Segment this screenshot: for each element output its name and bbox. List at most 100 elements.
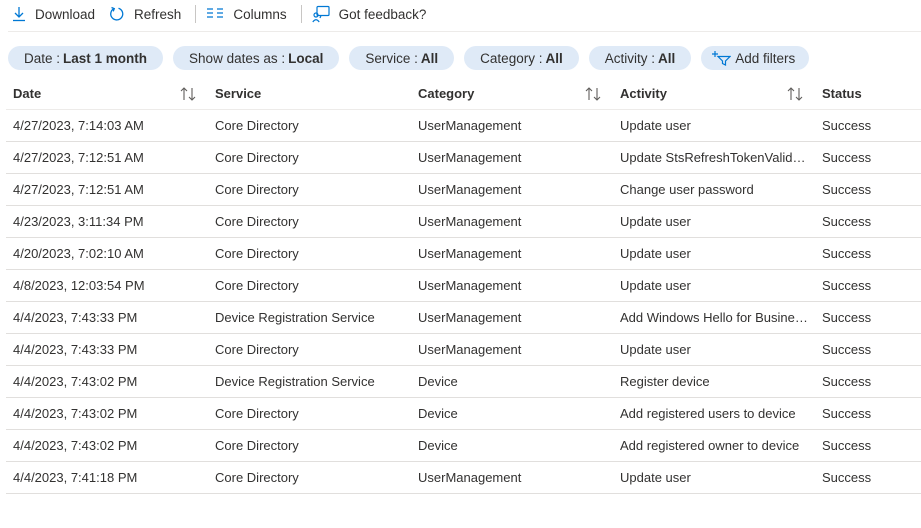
cell-category: UserManagement xyxy=(418,278,522,293)
cell-activity-text: Register device xyxy=(620,374,710,389)
cell-service: Core Directory xyxy=(215,438,299,453)
cell-date: 4/8/2023, 12:03:54 PM xyxy=(13,278,145,293)
columns-label: Columns xyxy=(233,6,287,22)
columns-button[interactable]: Columns xyxy=(204,2,292,26)
cell-activity: Update StsRefreshTokenValidFr... xyxy=(620,142,812,173)
add-filters-button[interactable]: Add filters xyxy=(701,46,810,70)
cell-status: Success xyxy=(822,246,872,261)
cell-activity-text: Add registered users to device xyxy=(620,406,796,421)
cell-activity-text: Update user xyxy=(620,214,691,229)
feedback-label: Got feedback? xyxy=(338,6,427,22)
table-row[interactable]: 4/4/2023, 7:43:02 PM Device Registration… xyxy=(6,366,921,398)
cell-service: Core Directory xyxy=(215,470,299,485)
filter-activity-label: Activity : xyxy=(604,50,655,66)
cell-status: Success xyxy=(822,342,872,357)
column-header-activity[interactable]: Activity xyxy=(620,78,812,109)
cell-date: 4/27/2023, 7:12:51 AM xyxy=(13,150,144,165)
column-header-date[interactable]: Date xyxy=(13,78,203,109)
filter-show-dates[interactable]: Show dates as : Local xyxy=(173,46,340,70)
cell-activity-text: Add Windows Hello for Busines... xyxy=(620,310,812,325)
cell-category: UserManagement xyxy=(418,150,522,165)
table-row[interactable]: 4/27/2023, 7:14:03 AM Core Directory Use… xyxy=(6,110,921,142)
table-row[interactable]: 4/27/2023, 7:12:51 AM Core Directory Use… xyxy=(6,174,921,206)
sort-icon[interactable] xyxy=(584,87,602,101)
columns-icon xyxy=(207,8,224,18)
refresh-label: Refresh xyxy=(134,6,182,22)
cell-activity: Update user xyxy=(620,334,812,365)
cell-service: Device Registration Service xyxy=(215,310,375,325)
table-header: Date Service Category Activity Status xyxy=(6,78,921,110)
cell-date: 4/4/2023, 7:43:33 PM xyxy=(13,342,138,357)
cell-category: UserManagement xyxy=(418,246,522,261)
cell-activity-text: Update user xyxy=(620,342,691,357)
cell-service: Core Directory xyxy=(215,342,299,357)
table-row[interactable]: 4/20/2023, 7:02:10 AM Core Directory Use… xyxy=(6,238,921,270)
feedback-icon xyxy=(311,5,330,23)
cell-activity: Update user xyxy=(620,110,812,141)
cell-date: 4/4/2023, 7:43:02 PM xyxy=(13,438,138,453)
cell-activity-text: Change user password xyxy=(620,182,754,197)
column-header-status[interactable]: Status xyxy=(822,78,917,109)
filter-category[interactable]: Category : All xyxy=(464,46,579,70)
cell-date: 4/20/2023, 7:02:10 AM xyxy=(13,246,144,261)
sort-icon[interactable] xyxy=(179,87,197,101)
cell-activity: Change user password xyxy=(620,174,812,205)
filter-activity[interactable]: Activity : All xyxy=(588,46,692,70)
cell-status: Success xyxy=(822,406,872,421)
sort-icon[interactable] xyxy=(786,87,804,101)
table-row[interactable]: 4/4/2023, 7:43:02 PM Core Directory Devi… xyxy=(6,430,921,462)
table-row[interactable]: 4/27/2023, 7:12:51 AM Core Directory Use… xyxy=(6,142,921,174)
cell-service: Core Directory xyxy=(215,182,299,197)
cell-activity-text: Update user xyxy=(620,118,691,133)
add-filter-icon xyxy=(712,51,732,66)
cell-date: 4/23/2023, 3:11:34 PM xyxy=(13,214,144,229)
cell-service: Core Directory xyxy=(215,118,299,133)
cell-activity: Add registered users to device xyxy=(620,398,812,429)
cell-activity-text: Add registered owner to device xyxy=(620,438,800,453)
table-row[interactable]: 4/4/2023, 7:43:33 PM Device Registration… xyxy=(6,302,921,334)
cell-service: Core Directory xyxy=(215,406,299,421)
cell-activity: Add registered owner to device xyxy=(620,430,812,461)
filter-bar: Date : Last 1 month Show dates as : Local … xyxy=(8,46,819,70)
cell-category: UserManagement xyxy=(418,182,522,197)
filter-date-value: Last 1 month xyxy=(63,50,148,66)
download-button[interactable]: Download xyxy=(10,2,101,26)
filter-show-dates-label: Show dates as : xyxy=(189,50,286,66)
cell-status: Success xyxy=(822,310,872,325)
feedback-button[interactable]: Got feedback? xyxy=(310,2,433,26)
column-header-service[interactable]: Service xyxy=(215,78,415,109)
cell-activity: Register device xyxy=(620,366,812,397)
cell-activity: Update user xyxy=(620,238,812,269)
cell-status: Success xyxy=(822,150,872,165)
audit-log-table: Date Service Category Activity Status 4/… xyxy=(6,78,921,494)
table-row[interactable]: 4/4/2023, 7:43:02 PM Core Directory Devi… xyxy=(6,398,921,430)
filter-service[interactable]: Service : All xyxy=(349,46,455,70)
table-row[interactable]: 4/23/2023, 3:11:34 PM Core Directory Use… xyxy=(6,206,921,238)
refresh-button[interactable]: Refresh xyxy=(107,2,187,26)
filter-category-value: All xyxy=(545,50,563,66)
download-label: Download xyxy=(35,6,96,22)
cell-service: Core Directory xyxy=(215,214,299,229)
cell-activity: Add Windows Hello for Busines... xyxy=(620,302,812,333)
cell-date: 4/4/2023, 7:41:18 PM xyxy=(13,470,138,485)
table-row[interactable]: 4/4/2023, 7:41:18 PM Core Directory User… xyxy=(6,462,921,494)
filter-category-label: Category : xyxy=(480,50,543,66)
cell-status: Success xyxy=(822,470,872,485)
cell-category: UserManagement xyxy=(418,310,522,325)
filter-service-value: All xyxy=(420,50,439,66)
cell-category: UserManagement xyxy=(418,214,522,229)
cell-status: Success xyxy=(822,278,872,293)
add-filters-label: Add filters xyxy=(735,50,796,66)
refresh-icon xyxy=(110,6,124,21)
cell-status: Success xyxy=(822,438,872,453)
table-row[interactable]: 4/8/2023, 12:03:54 PM Core Directory Use… xyxy=(6,270,921,302)
cell-activity-text: Update StsRefreshTokenValidFr... xyxy=(620,150,812,165)
cell-service: Device Registration Service xyxy=(215,374,375,389)
cell-date: 4/27/2023, 7:12:51 AM xyxy=(13,182,144,197)
table-row[interactable]: 4/4/2023, 7:43:33 PM Core Directory User… xyxy=(6,334,921,366)
cell-service: Core Directory xyxy=(215,150,299,165)
cell-category: Device xyxy=(418,406,458,421)
command-bar: Download Refresh Columns Got feedback? xyxy=(0,0,921,28)
filter-date[interactable]: Date : Last 1 month xyxy=(8,46,164,70)
cell-activity: Update user xyxy=(620,206,812,237)
